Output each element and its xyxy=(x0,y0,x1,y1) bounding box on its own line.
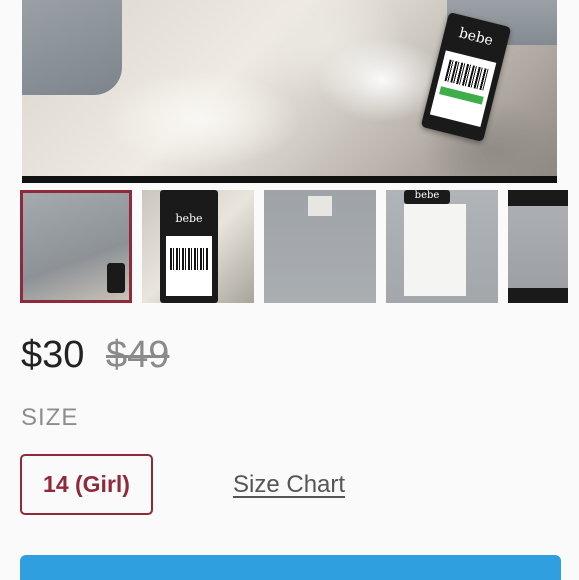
current-price: $30 xyxy=(21,334,85,376)
barcode-icon xyxy=(170,248,208,270)
tag-image: bebe xyxy=(160,190,218,303)
thumbnail-3[interactable] xyxy=(264,190,376,303)
price-tag-image: bebe xyxy=(420,12,512,142)
original-price: $49 xyxy=(106,334,170,376)
thumbnail-2[interactable]: bebe xyxy=(142,190,254,303)
tag-label xyxy=(429,50,497,127)
tag-brand-text: bebe xyxy=(457,25,495,50)
care-label xyxy=(404,204,466,296)
thumbnail-image xyxy=(508,190,568,303)
dark-edge xyxy=(508,190,568,206)
size-heading: SIZE xyxy=(21,404,79,431)
thumbnail-5[interactable] xyxy=(508,190,568,303)
tag-brand-text: bebe xyxy=(175,212,203,225)
sweater-sleeve-image xyxy=(22,0,122,95)
thumbnail-4[interactable]: bebe xyxy=(386,190,498,303)
product-main-image[interactable]: bebe xyxy=(22,0,557,183)
tag-brand-text: bebe xyxy=(414,190,440,201)
barcode-icon xyxy=(444,59,489,91)
tag-image: bebe xyxy=(404,190,450,204)
inner-label xyxy=(308,196,332,216)
size-chart-link[interactable]: Size Chart xyxy=(233,471,345,499)
dark-edge xyxy=(508,288,568,303)
buy-button[interactable] xyxy=(20,555,561,580)
size-option-button[interactable]: 14 (Girl) xyxy=(20,454,153,515)
thumbnail-1[interactable] xyxy=(20,190,132,303)
thumbnail-strip: bebe bebe xyxy=(20,190,579,303)
tag-image xyxy=(107,263,125,293)
